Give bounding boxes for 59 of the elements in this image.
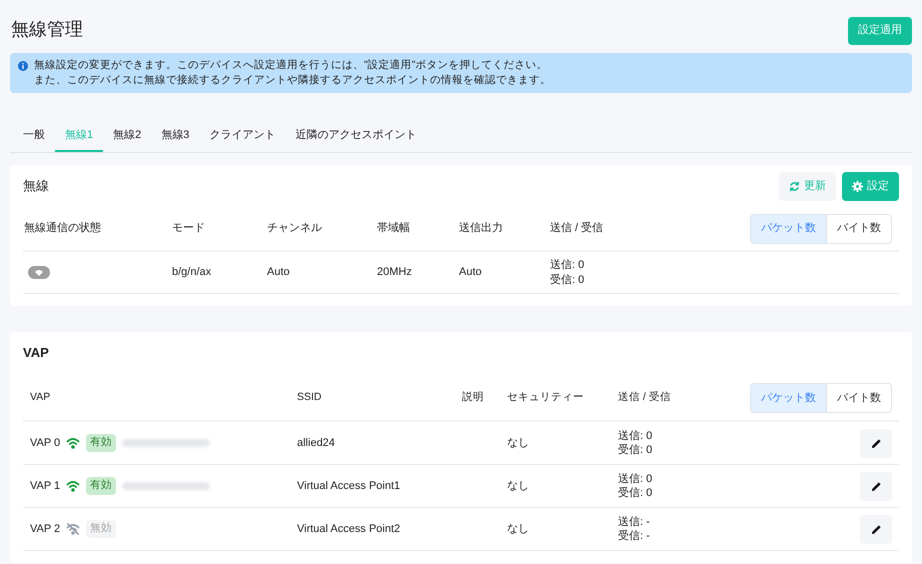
column-header: 無線通信の状態 <box>23 220 102 236</box>
table-cell-text: Virtual Access Point2 <box>297 522 402 537</box>
rx-count: 受信: 0 <box>618 443 652 457</box>
tx-count: 送信: - <box>618 515 650 529</box>
vap-name: VAP 2 <box>30 522 60 537</box>
column-header: チャンネル <box>267 221 323 236</box>
page-title: 無線管理 <box>10 18 83 41</box>
rx-count: 受信: 0 <box>618 486 652 500</box>
column-header: 帯域幅 <box>377 221 411 236</box>
rx-count: 受信: - <box>618 529 650 543</box>
info-icon <box>18 61 28 71</box>
wifi-icon <box>66 480 80 492</box>
tx-count: 送信: 0 <box>618 472 652 486</box>
table-cell-text: Virtual Access Point1 <box>297 478 402 494</box>
vap-name: VAP 0 <box>30 436 60 451</box>
column-header: セキュリティー <box>507 390 585 406</box>
column-header: 送信 / 受信 <box>618 390 671 406</box>
tab[interactable]: 無線2 <box>103 121 152 152</box>
table-cell-text: なし <box>507 436 530 451</box>
column-header: SSID <box>297 390 323 406</box>
refresh-icon <box>789 180 800 192</box>
tab[interactable]: 近隣のアクセスポイント <box>285 121 426 152</box>
pencil-icon <box>870 524 882 534</box>
table-cell-text: Auto <box>459 265 483 280</box>
tab[interactable]: 一般 <box>13 121 55 152</box>
pencil-icon <box>870 480 882 492</box>
table-cell-text: 20MHz <box>377 265 413 280</box>
count-mode-tab[interactable]: バイト数 <box>826 214 891 242</box>
tx-count: 送信: 0 <box>618 429 652 443</box>
column-header: 送信 / 受信 <box>550 220 604 236</box>
info-text: 無線設定の変更ができます。このデバイスへ設定適用を行うには、"設定適用"ボタンを押してください。 <box>34 58 548 73</box>
table-cell-text: なし <box>507 478 530 494</box>
card-title: VAP <box>23 344 49 362</box>
edit-button[interactable] <box>860 428 892 458</box>
tx-count: 送信: 0 <box>550 258 584 272</box>
column-header: VAP <box>29 390 52 406</box>
tab[interactable]: クライアント <box>199 121 286 152</box>
column-header: 説明 <box>462 390 485 406</box>
rx-count: 受信: 0 <box>550 272 584 288</box>
status-badge: 有効 <box>86 434 116 452</box>
count-mode-tab[interactable]: バイト数 <box>826 384 891 412</box>
info-text: また、このデバイスに無線で接続するクライアントや隣接するアクセスポイントの情報を確認できます。 <box>34 73 551 88</box>
table-cell-text: Auto <box>267 265 291 280</box>
tab[interactable]: 無線3 <box>151 121 200 152</box>
table-cell-text: なし <box>507 522 530 537</box>
vap-name: VAP 1 <box>30 478 60 494</box>
column-header: モード <box>172 221 206 236</box>
edit-button[interactable] <box>860 514 892 544</box>
card-title: 無線 <box>23 177 49 196</box>
table-cell-text: allied24 <box>297 436 336 451</box>
status-badge: 有効 <box>86 477 116 495</box>
column-header: 送信出力 <box>459 221 504 236</box>
status-badge: 無効 <box>86 520 116 538</box>
table-cell-text: b/g/n/ax <box>172 265 212 280</box>
pencil-icon <box>870 438 882 448</box>
edit-button[interactable] <box>860 472 892 500</box>
wifi-icon <box>66 437 80 449</box>
wifi-off-icon <box>66 523 80 535</box>
settings-icon <box>852 180 863 192</box>
